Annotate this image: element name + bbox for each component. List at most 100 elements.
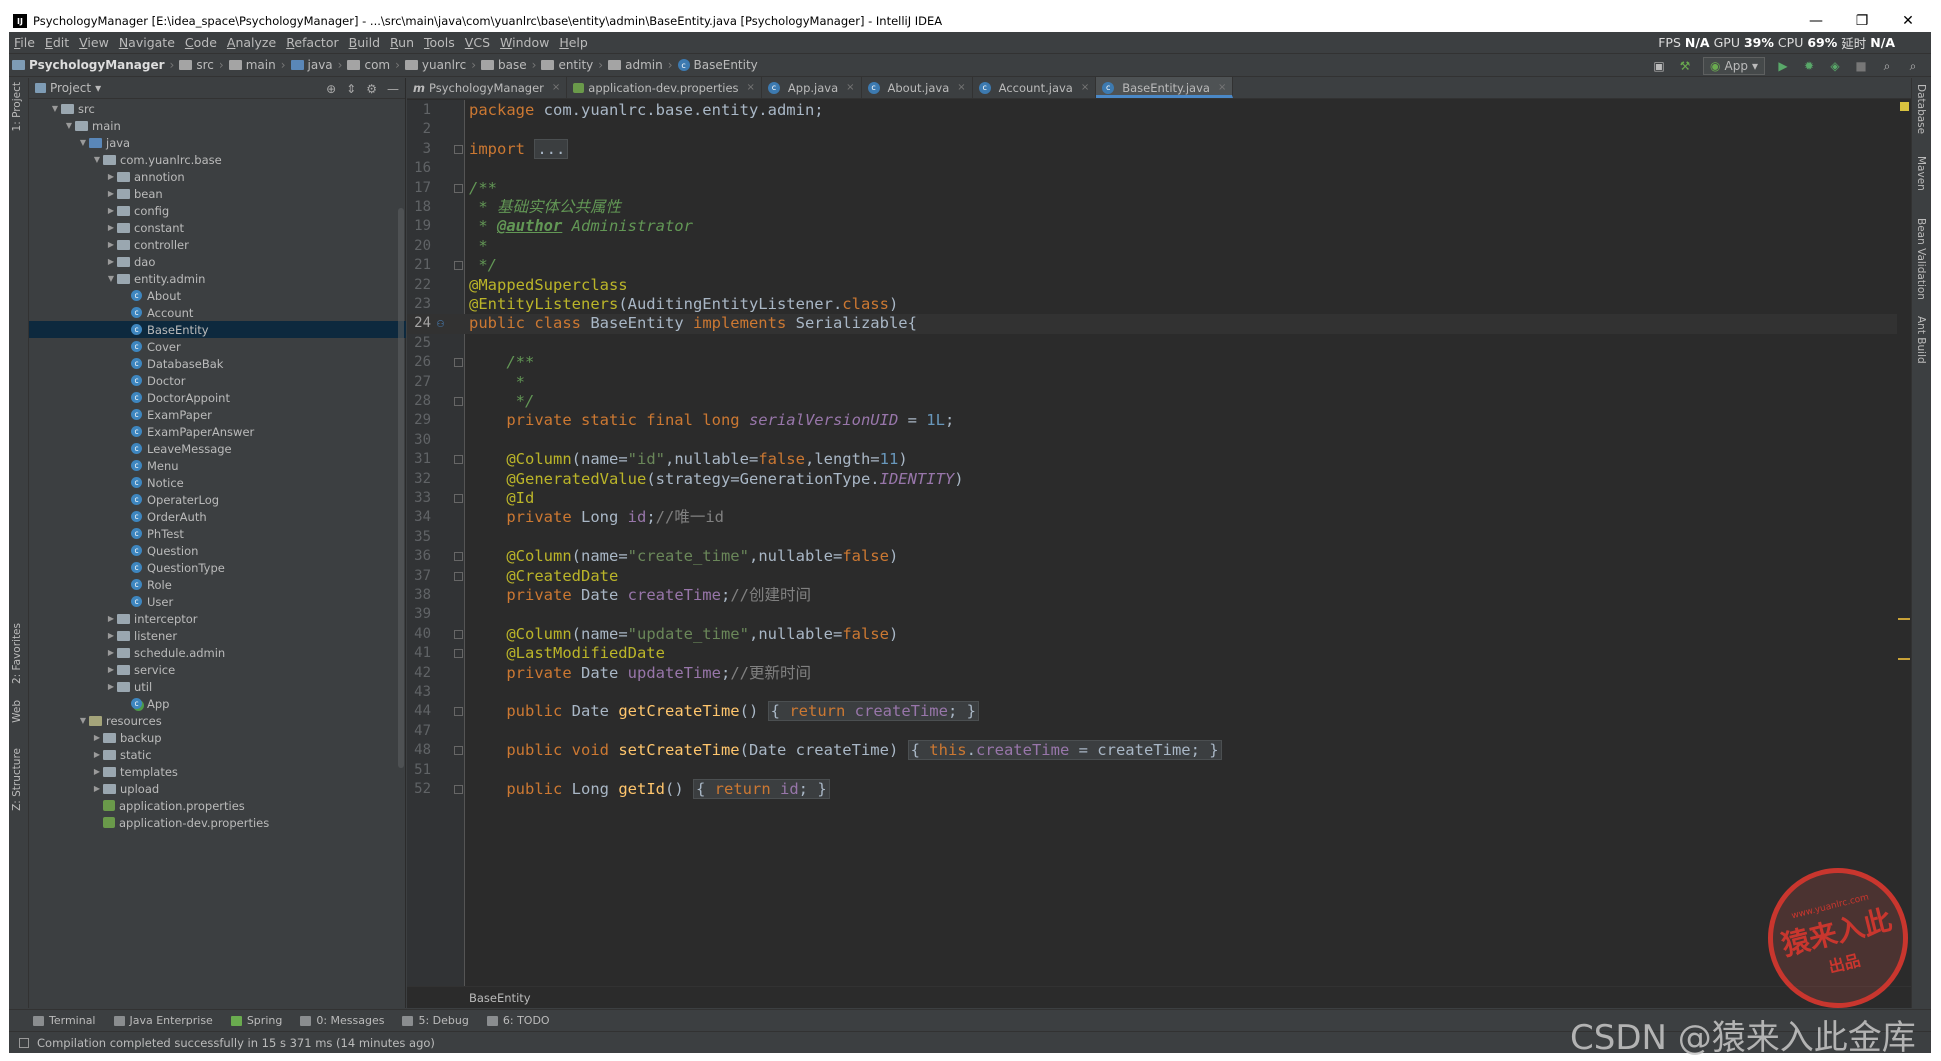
collapse-icon[interactable]: ⇕: [346, 82, 356, 96]
expanded-arrow-icon[interactable]: ▼: [77, 138, 89, 147]
code-line[interactable]: 48 public void setCreateTime(Date create…: [407, 740, 1897, 761]
code-line[interactable]: 28 */: [407, 392, 1897, 411]
fold-marker-icon[interactable]: [454, 649, 463, 659]
breadcrumb-project[interactable]: PsychologyManager: [9, 58, 168, 72]
code-line[interactable]: 23 @EntityListeners(AuditingEntityListene…: [407, 295, 1897, 314]
close-tab-icon[interactable]: ×: [552, 82, 560, 93]
code-line[interactable]: 51: [407, 761, 1897, 780]
tree-item[interactable]: ▶ config: [29, 202, 406, 219]
tree-item[interactable]: c OperaterLog: [29, 491, 406, 508]
code-line[interactable]: 36 @Column(name="create_time",nullable=f…: [407, 547, 1897, 566]
code-line[interactable]: 29 private static final long serialVersi…: [407, 411, 1897, 430]
tab-project[interactable]: 1: Project: [11, 82, 23, 131]
code-line[interactable]: 43: [407, 683, 1897, 702]
collapsed-arrow-icon[interactable]: ▶: [91, 733, 103, 742]
breadcrumb-java[interactable]: java: [288, 58, 336, 72]
collapsed-arrow-icon[interactable]: ▶: [105, 665, 117, 674]
tree-item[interactable]: ▶ schedule.admin: [29, 644, 406, 661]
breadcrumb-main[interactable]: main: [226, 58, 279, 72]
tree-item[interactable]: ▶ annotion: [29, 168, 406, 185]
code-view[interactable]: 1 package com.yuanlrc.base.entity.admin; 2…: [407, 100, 1897, 986]
code-line[interactable]: 38 private Date createTime;//创建时间: [407, 586, 1897, 605]
close-tab-icon[interactable]: ×: [846, 82, 854, 93]
code-line[interactable]: 32 @GeneratedValue(strategy=GenerationTy…: [407, 470, 1897, 489]
code-line[interactable]: 19 * @author Administrator: [407, 217, 1897, 236]
collapsed-arrow-icon[interactable]: ▶: [105, 206, 117, 215]
tree-item[interactable]: c ExamPaper: [29, 406, 406, 423]
tree-item[interactable]: ▶ dao: [29, 253, 406, 270]
code-line[interactable]: 42 private Date updateTime;//更新时间: [407, 664, 1897, 683]
code-line[interactable]: 16: [407, 159, 1897, 178]
code-line[interactable]: 2: [407, 120, 1897, 139]
chevron-down-icon[interactable]: ▾: [95, 81, 101, 95]
code-line[interactable]: 3 import ...: [407, 138, 1897, 159]
menu-navigate[interactable]: Navigate: [114, 35, 180, 50]
build-hammer-icon[interactable]: ⚒: [1677, 58, 1693, 74]
tree-item[interactable]: c Role: [29, 576, 406, 593]
tool-spring[interactable]: Spring: [230, 1014, 282, 1027]
code-line[interactable]: 21 */: [407, 256, 1897, 275]
fold-marker-icon[interactable]: [454, 144, 463, 154]
tree-item[interactable]: ▼ resources: [29, 712, 406, 729]
code-line[interactable]: 39: [407, 605, 1897, 624]
tab-favorites[interactable]: 2: Favorites: [11, 623, 23, 684]
fold-marker-icon[interactable]: [454, 261, 463, 271]
code-line[interactable]: 25: [407, 334, 1897, 353]
search-everywhere-icon[interactable]: ⌕: [1905, 58, 1921, 74]
close-tab-icon[interactable]: ×: [747, 82, 755, 93]
tree-item[interactable]: c ExamPaperAnswer: [29, 423, 406, 440]
menu-refactor[interactable]: Refactor: [281, 35, 343, 50]
collapsed-arrow-icon[interactable]: ▶: [105, 172, 117, 181]
expanded-arrow-icon[interactable]: ▼: [77, 716, 89, 725]
breadcrumb-yuanlrc[interactable]: yuanlrc: [402, 58, 469, 72]
code-line[interactable]: 33 @Id: [407, 489, 1897, 508]
breadcrumb-com[interactable]: com: [344, 58, 393, 72]
tool-terminal[interactable]: Terminal: [33, 1014, 96, 1027]
expanded-arrow-icon[interactable]: ▼: [91, 155, 103, 164]
tab-structure[interactable]: Z: Structure: [11, 748, 23, 811]
code-line[interactable]: 35: [407, 528, 1897, 547]
menu-window[interactable]: Window: [495, 35, 554, 50]
fold-marker-icon[interactable]: [454, 455, 463, 465]
tree-item[interactable]: ▶ service: [29, 661, 406, 678]
menu-edit[interactable]: Edit: [40, 35, 74, 50]
code-line[interactable]: 47: [407, 722, 1897, 741]
tree-item[interactable]: ▼ java: [29, 134, 406, 151]
tree-item[interactable]: application-dev.properties: [29, 814, 406, 831]
tree-item[interactable]: ▼ com.yuanlrc.base: [29, 151, 406, 168]
hide-icon[interactable]: —: [387, 82, 399, 96]
menu-help[interactable]: Help: [554, 35, 593, 50]
code-line[interactable]: 26 /**: [407, 353, 1897, 372]
tree-item[interactable]: c DoctorAppoint: [29, 389, 406, 406]
close-tab-icon[interactable]: ×: [1081, 82, 1089, 93]
expanded-arrow-icon[interactable]: ▼: [63, 121, 75, 130]
search-icon[interactable]: ⌕: [1879, 58, 1895, 74]
implementation-gutter-icon[interactable]: ⚇: [437, 314, 444, 333]
fold-marker-icon[interactable]: [454, 746, 463, 756]
menu-build[interactable]: Build: [344, 35, 385, 50]
code-line[interactable]: 24 ⚇ public class BaseEntity implements Se…: [407, 314, 1897, 334]
code-line[interactable]: 37 @CreatedDate: [407, 567, 1897, 586]
code-line[interactable]: 31 @Column(name="id",nullable=false,leng…: [407, 450, 1897, 469]
tree-item[interactable]: c OrderAuth: [29, 508, 406, 525]
tree-item[interactable]: c App: [29, 695, 406, 712]
tree-item[interactable]: c Question: [29, 542, 406, 559]
fold-marker-icon[interactable]: [454, 358, 463, 368]
project-structure-icon[interactable]: ▣: [1651, 58, 1667, 74]
code-line[interactable]: 41 @LastModifiedDate: [407, 644, 1897, 663]
tab-bean-validation[interactable]: Bean Validation: [1915, 218, 1927, 300]
menu-file[interactable]: File: [9, 35, 40, 50]
expanded-arrow-icon[interactable]: ▼: [105, 274, 117, 283]
tree-item[interactable]: application.properties: [29, 797, 406, 814]
inspection-status-icon[interactable]: [1900, 102, 1909, 111]
tree-item[interactable]: c QuestionType: [29, 559, 406, 576]
tree-item[interactable]: ▶ bean: [29, 185, 406, 202]
menu-vcs[interactable]: VCS: [460, 35, 495, 50]
project-panel-title[interactable]: Project: [50, 81, 91, 95]
code-line[interactable]: 18 * 基础实体公共属性: [407, 198, 1897, 217]
close-button[interactable]: ✕: [1885, 10, 1931, 32]
fold-marker-icon[interactable]: [454, 571, 463, 581]
tree-item[interactable]: ▶ util: [29, 678, 406, 695]
fold-marker-icon[interactable]: [454, 552, 463, 562]
code-line[interactable]: 40 @Column(name="update_time",nullable=f…: [407, 625, 1897, 644]
